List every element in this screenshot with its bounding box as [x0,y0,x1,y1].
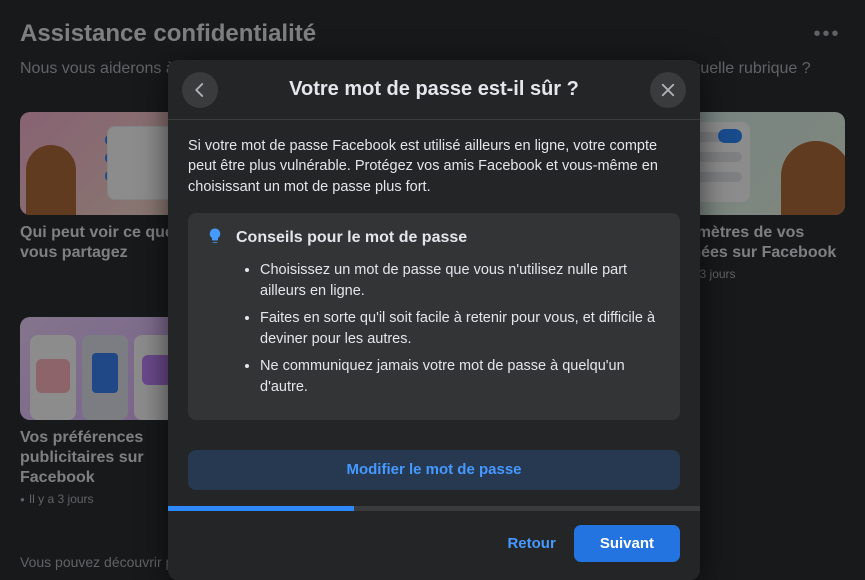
next-button[interactable]: Suivant [574,525,680,562]
progress-bar [168,506,700,511]
tip-item: Faites en sorte qu'il soit facile à rete… [260,308,662,350]
modal-title: Votre mot de passe est-il sûr ? [289,78,579,101]
more-menu-button[interactable]: ••• [809,16,845,52]
lightbulb-icon [206,227,224,250]
close-button[interactable] [650,72,686,108]
modal-intro-text: Si votre mot de passe Facebook est utili… [188,136,680,197]
back-icon-button[interactable] [182,72,218,108]
page-title: Assistance confidentialité [20,20,316,48]
back-button[interactable]: Retour [507,535,555,552]
tips-title: Conseils pour le mot de passe [236,229,467,247]
tip-item: Ne communiquez jamais votre mot de passe… [260,356,662,398]
modal-header: Votre mot de passe est-il sûr ? [168,60,700,120]
arrow-left-icon [191,81,209,99]
close-icon [659,81,677,99]
password-check-modal: Votre mot de passe est-il sûr ? Si votre… [168,60,700,580]
tips-panel: Conseils pour le mot de passe Choisissez… [188,213,680,420]
tip-item: Choisissez un mot de passe que vous n'ut… [260,260,662,302]
progress-bar-fill [168,506,354,511]
change-password-button[interactable]: Modifier le mot de passe [188,450,680,490]
